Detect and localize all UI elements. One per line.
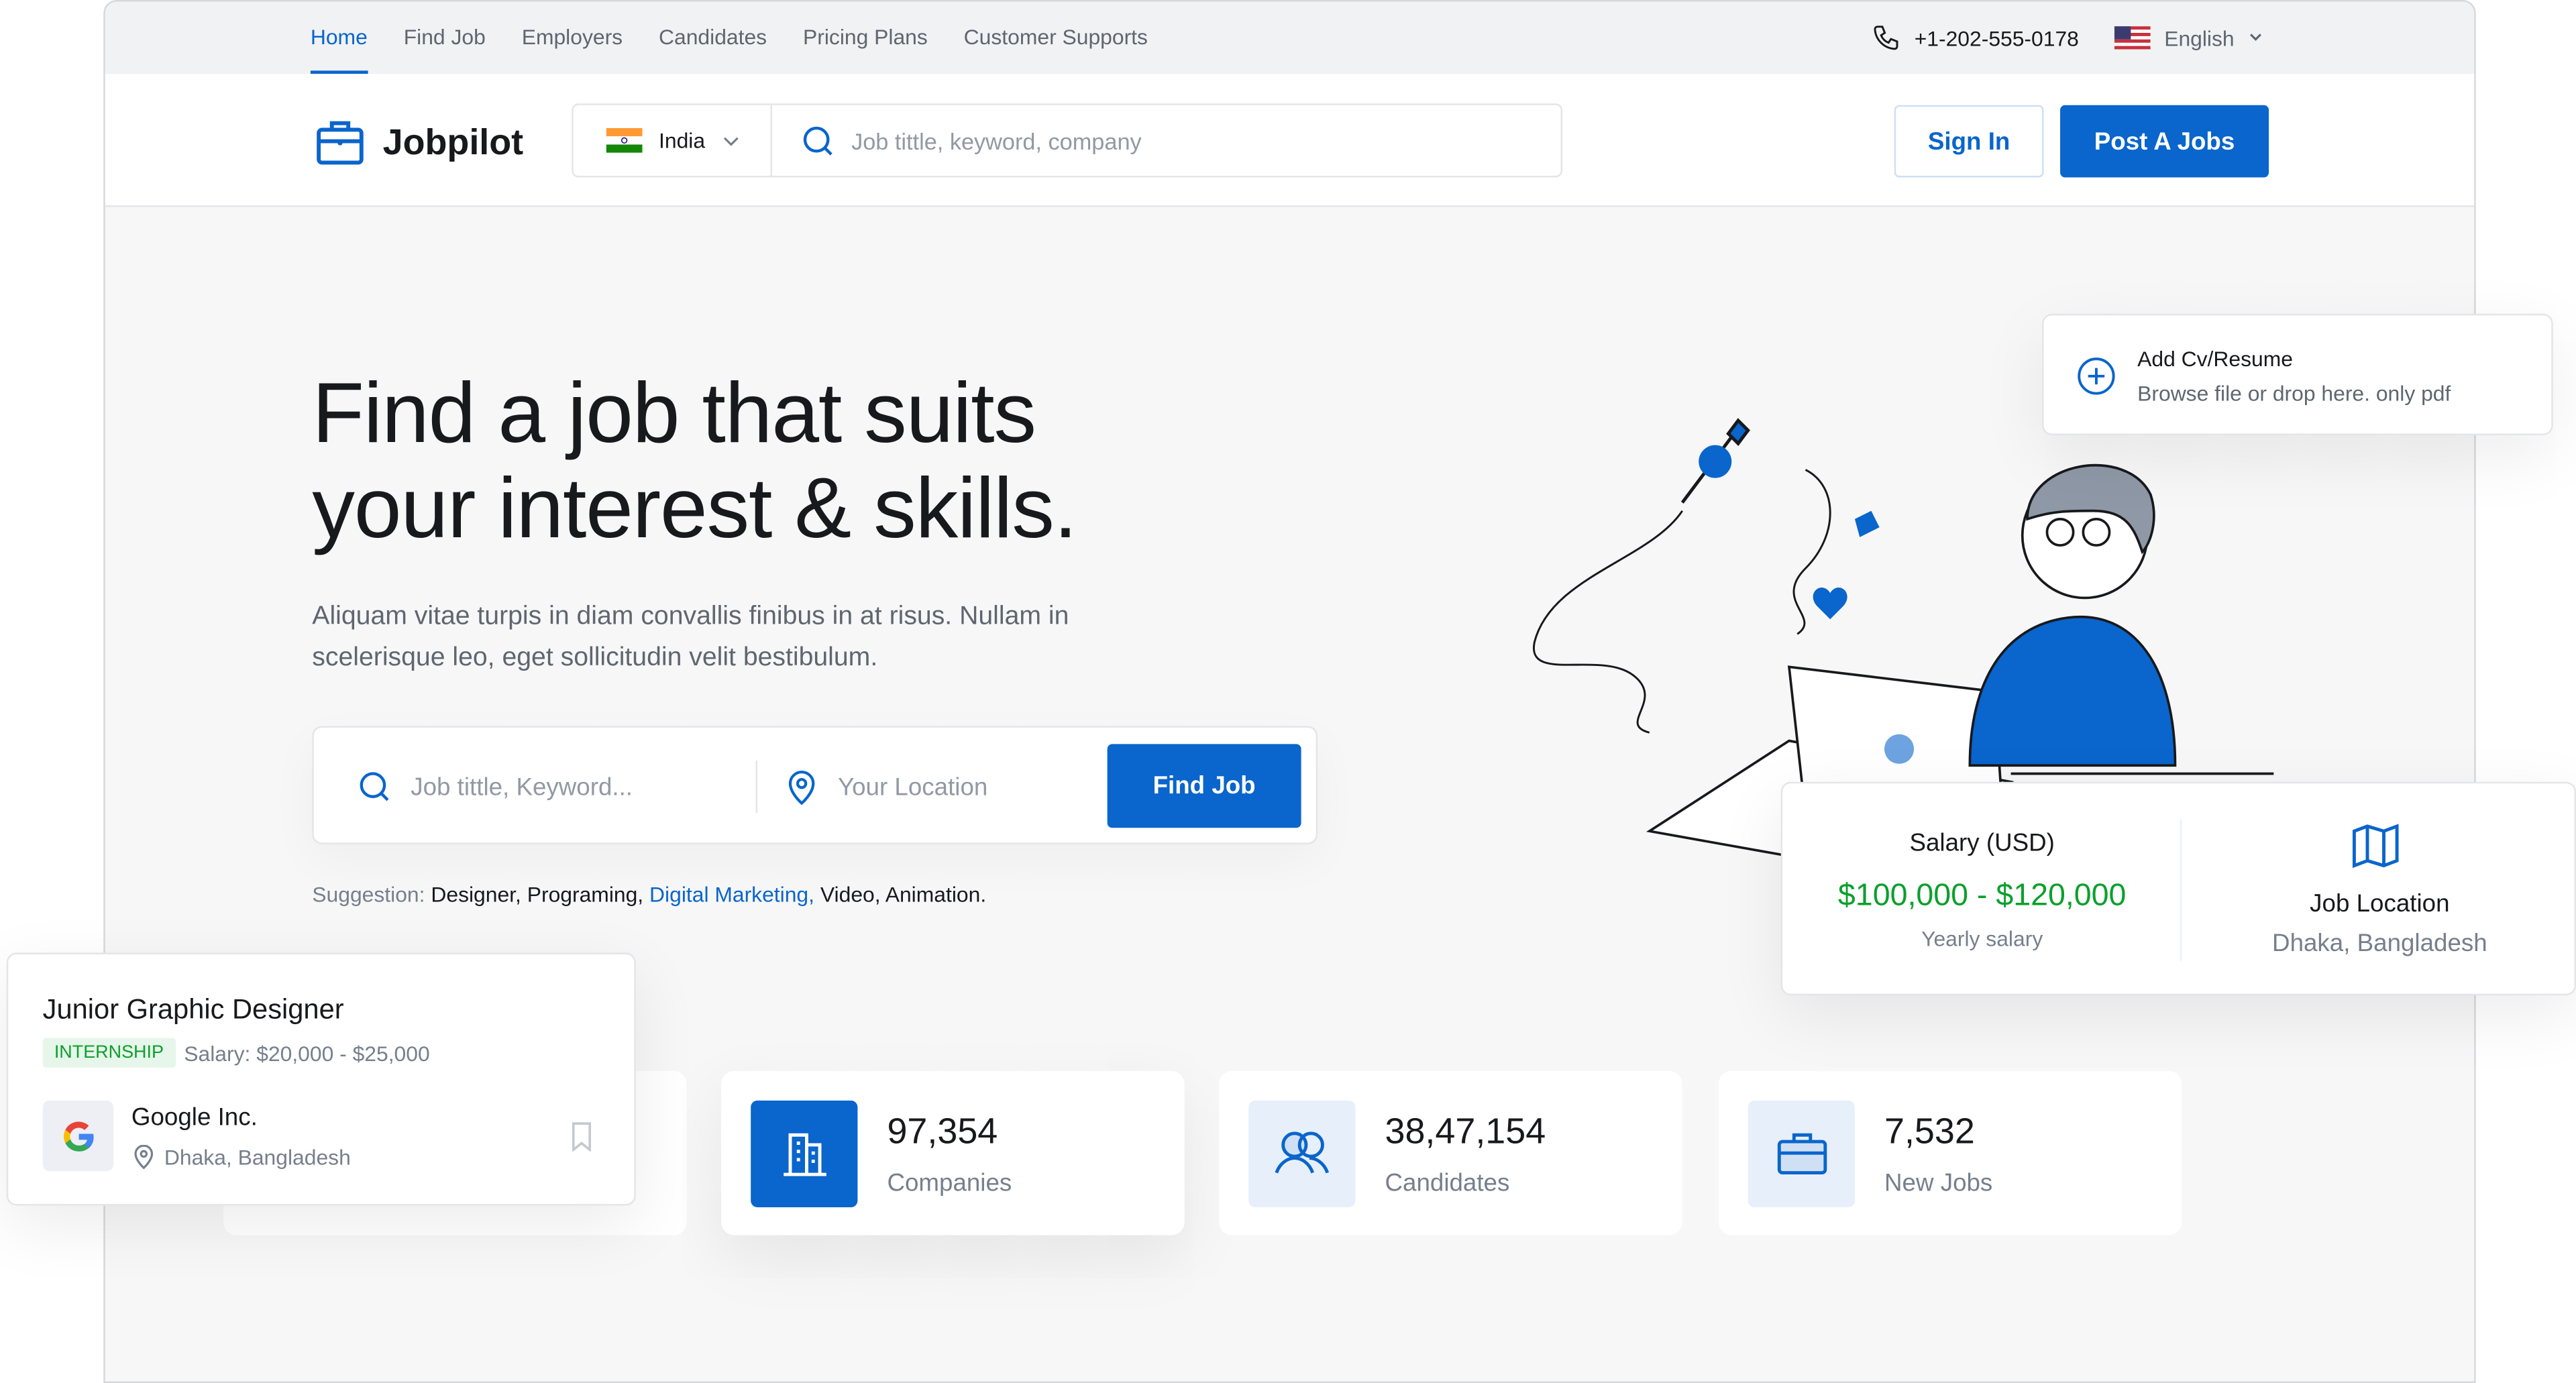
search-icon — [360, 772, 389, 801]
plus-circle-icon — [2078, 357, 2115, 395]
post-job-button[interactable]: Post A Jobs — [2060, 105, 2269, 178]
suggestions: Suggestion: Designer, Programing, Digita… — [312, 882, 986, 907]
stat-value: 38,47,154 — [1385, 1109, 1546, 1151]
nav-customer-supports[interactable]: Customer Supports — [964, 1, 1148, 74]
stat-card-companies: 97,354 Companies — [721, 1070, 1185, 1235]
add-cv-card[interactable]: Add Cv/Resume Browse file or drop here. … — [2042, 313, 2553, 435]
suggestion-label: Suggestion: — [312, 882, 425, 907]
users-icon — [1248, 1099, 1356, 1207]
suggestion-link[interactable]: Animation. — [885, 882, 986, 907]
nav-employers[interactable]: Employers — [522, 1, 623, 74]
hero-title-line: Find a job that suits — [312, 366, 1036, 462]
sign-in-button[interactable]: Sign In — [1894, 105, 2044, 178]
map-pin-icon — [134, 1144, 154, 1170]
phone-icon — [1874, 25, 1899, 50]
hero-title-line: your interest & skills. — [312, 461, 1077, 557]
top-nav: Home Find Job Employers Candidates Prici… — [310, 1, 1148, 74]
nav-find-job[interactable]: Find Job — [404, 1, 486, 74]
hero-description: Aliquam vitae turpis in diam convallis f… — [312, 602, 1069, 672]
job-type-badge: INTERNSHIP — [42, 1038, 176, 1068]
job-location-title: Job Location — [2310, 890, 2450, 918]
cv-card-subtitle: Browse file or drop here. only pdf — [2137, 381, 2451, 406]
stat-value: 7,532 — [1884, 1109, 1975, 1151]
job-title: Junior Graphic Designer — [42, 993, 344, 1026]
company-name: Google Inc. — [131, 1103, 258, 1132]
job-card[interactable]: Junior Graphic Designer INTERNSHIP Salar… — [6, 952, 636, 1206]
map-icon — [2352, 824, 2399, 869]
location-placeholder: Your Location — [837, 773, 988, 801]
country-select[interactable]: India — [574, 105, 773, 176]
logo[interactable]: Jobpilot — [314, 117, 523, 169]
suggestion-link[interactable]: Video, — [820, 882, 881, 907]
briefcase-icon — [1748, 1099, 1855, 1207]
header-search: India Job tittle, keyword, company — [572, 103, 1562, 178]
country-name: India — [659, 128, 706, 153]
stat-label: New Jobs — [1884, 1168, 1993, 1197]
hero-search: Job tittle, Keyword... Your Location Fin… — [312, 726, 1318, 844]
company-location: Dhaka, Bangladesh — [164, 1144, 351, 1170]
hero-title: Find a job that suits your interest & ski… — [312, 366, 1077, 557]
india-flag-icon — [606, 128, 643, 153]
salary-location-card: Salary (USD) $100,000 - $120,000 Yearly … — [1780, 781, 2576, 996]
keyword-input[interactable]: Job tittle, Keyword... — [358, 728, 753, 846]
language-select[interactable]: English — [2164, 25, 2234, 50]
suggestion-link[interactable]: Digital Marketing, — [649, 882, 814, 907]
stat-value: 97,354 — [887, 1109, 998, 1151]
find-job-button[interactable]: Find Job — [1107, 744, 1301, 828]
header: Jobpilot India Job tittle, keyword, comp… — [105, 74, 2475, 207]
bookmark-icon[interactable] — [570, 1122, 593, 1152]
salary-title: Salary (USD) — [1909, 829, 2055, 858]
salary-range: $100,000 - $120,000 — [1837, 879, 2127, 914]
stat-card-candidates: 38,47,154 Candidates — [1219, 1070, 1682, 1235]
stat-label: Companies — [887, 1168, 1012, 1197]
location-input[interactable]: Your Location — [786, 728, 1097, 846]
header-search-input[interactable]: Job tittle, keyword, company — [851, 127, 1142, 154]
job-location: Dhaka, Bangladesh — [2272, 930, 2487, 958]
chevron-down-icon — [724, 136, 739, 146]
logo-text: Jobpilot — [382, 121, 524, 163]
cv-card-title: Add Cv/Resume — [2137, 346, 2293, 372]
stat-card-new-jobs: 7,532 New Jobs — [1718, 1070, 2182, 1235]
nav-home[interactable]: Home — [310, 1, 368, 74]
phone-number[interactable]: +1-202-555-0178 — [1915, 25, 2079, 50]
divider — [755, 760, 757, 814]
job-salary: Salary: $20,000 - $25,000 — [184, 1041, 430, 1066]
map-pin-icon — [788, 770, 815, 806]
suggestion-link[interactable]: Designer, — [431, 882, 521, 907]
building-icon — [751, 1099, 858, 1207]
nav-pricing-plans[interactable]: Pricing Plans — [803, 1, 928, 74]
top-bar: Home Find Job Employers Candidates Prici… — [105, 1, 2475, 74]
google-logo — [42, 1100, 113, 1172]
keyword-placeholder: Job tittle, Keyword... — [411, 773, 633, 801]
briefcase-logo-icon — [317, 121, 364, 165]
suggestion-link[interactable]: Programing, — [527, 882, 643, 907]
us-flag-icon — [2114, 26, 2151, 50]
search-icon — [804, 125, 833, 155]
nav-candidates[interactable]: Candidates — [659, 1, 767, 74]
stat-label: Candidates — [1385, 1168, 1510, 1197]
chevron-down-icon[interactable] — [2247, 30, 2263, 46]
salary-note: Yearly salary — [1921, 926, 2043, 951]
